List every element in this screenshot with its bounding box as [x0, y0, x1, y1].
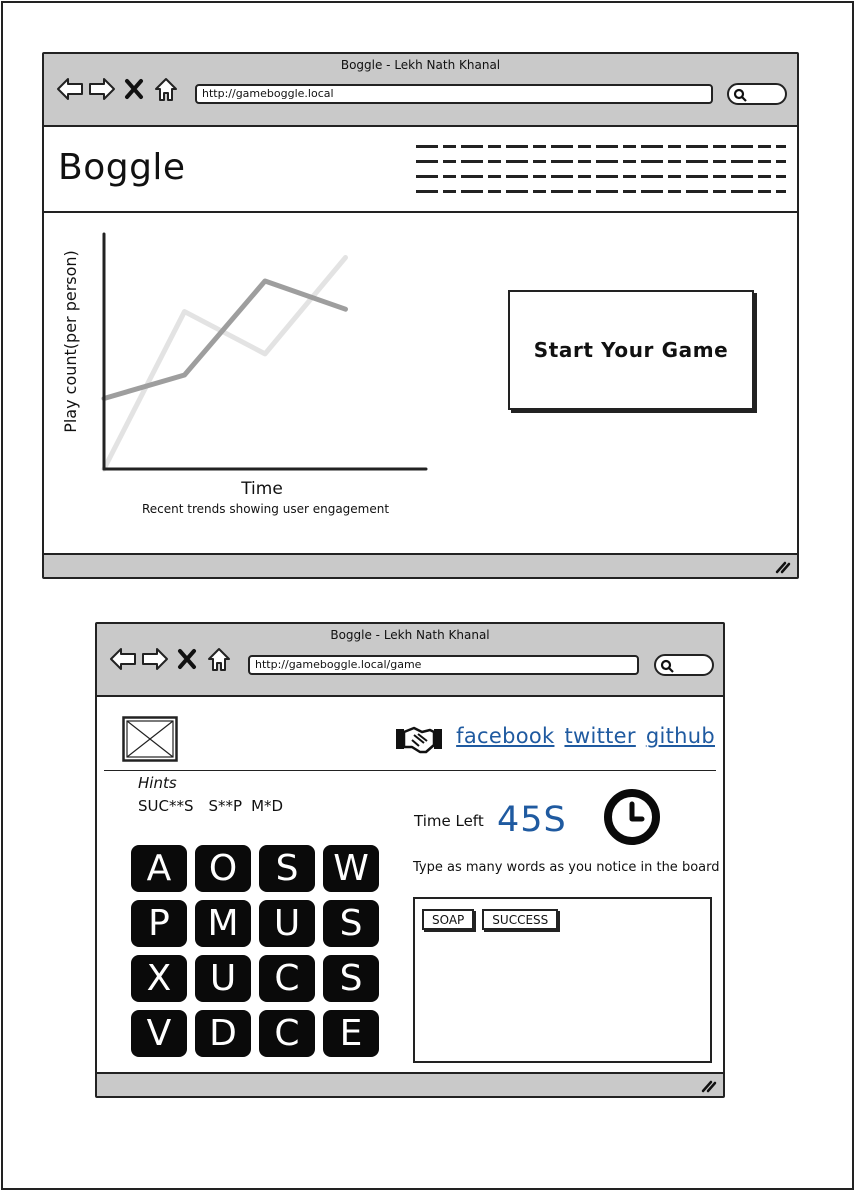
stop-icon[interactable]	[120, 76, 148, 102]
window-title: Boggle - Lekh Nath Khanal	[340, 58, 501, 72]
url-input[interactable]: http://gameboggle.local	[195, 84, 713, 104]
scribble-line	[416, 145, 786, 148]
back-icon[interactable]	[56, 76, 84, 102]
stop-icon[interactable]	[173, 646, 201, 672]
letter-tile[interactable]: P	[131, 900, 187, 947]
scribble-line	[416, 160, 786, 163]
letter-tile[interactable]: V	[131, 1010, 187, 1057]
instructions-text: Type as many words as you notice in the …	[413, 860, 720, 875]
forward-icon[interactable]	[88, 76, 116, 102]
browser-titlebar: Boggle - Lekh Nath Khanal http://gamebog…	[44, 54, 797, 127]
browser-titlebar: Boggle - Lekh Nath Khanal http://gamebog…	[97, 624, 723, 697]
letter-tile[interactable]: X	[131, 955, 187, 1002]
chart-svg: Time Play count(per person)	[61, 232, 428, 499]
game-window: Boggle - Lekh Nath Khanal http://gamebog…	[95, 622, 725, 1098]
resize-grip-icon[interactable]	[775, 560, 791, 574]
x-axis-label: Time	[240, 479, 283, 499]
social-links: facebook twitter github	[456, 724, 715, 748]
scribble-line	[416, 175, 786, 178]
hints-label: Hints	[138, 774, 177, 792]
intro-text-placeholder	[416, 135, 786, 205]
clock-icon	[604, 789, 660, 845]
hints-list: SUC**S S**P M*D	[138, 797, 283, 815]
github-link[interactable]: github	[646, 724, 715, 748]
letter-tile[interactable]: E	[323, 1010, 379, 1057]
letter-tile[interactable]: U	[195, 955, 251, 1002]
found-word-chip[interactable]: SOAP	[422, 909, 475, 930]
browser-search[interactable]	[654, 654, 714, 676]
time-left-value: 45S	[497, 800, 567, 840]
home-icon[interactable]	[205, 646, 233, 672]
status-bar	[44, 553, 797, 577]
series-line-1	[101, 278, 348, 401]
letter-tile[interactable]: C	[259, 955, 315, 1002]
home-window: Boggle - Lekh Nath Khanal http://gamebog…	[42, 52, 799, 579]
facebook-link[interactable]: facebook	[456, 724, 554, 748]
letter-tile[interactable]: O	[195, 845, 251, 892]
browser-nav	[56, 76, 180, 102]
page-title: Boggle	[58, 147, 186, 188]
letter-tile[interactable]: S	[323, 900, 379, 947]
handshake-icon	[396, 726, 442, 754]
y-axis-label: Play count(per person)	[61, 250, 80, 433]
scribble-line	[416, 190, 786, 193]
start-game-button[interactable]: Start Your Game	[508, 290, 754, 410]
url-input[interactable]: http://gameboggle.local/game	[248, 655, 639, 675]
logo-image-placeholder	[122, 716, 178, 762]
search-icon	[733, 88, 747, 102]
browser-search[interactable]	[727, 83, 787, 105]
found-words-list: SOAP SUCCESS	[422, 909, 559, 930]
back-icon[interactable]	[109, 646, 137, 672]
letter-tile[interactable]: D	[195, 1010, 251, 1057]
window-title: Boggle - Lekh Nath Khanal	[330, 628, 490, 642]
engagement-chart: Time Play count(per person)	[44, 214, 464, 524]
header-divider	[104, 770, 716, 771]
series-line-2	[101, 255, 348, 472]
site-header: Boggle	[44, 127, 797, 213]
found-word-chip[interactable]: SUCCESS	[482, 909, 559, 930]
twitter-link[interactable]: twitter	[564, 724, 635, 748]
home-icon[interactable]	[152, 76, 180, 102]
resize-grip-icon[interactable]	[701, 1079, 717, 1093]
hint-item: SUC**S	[138, 797, 194, 815]
found-words-panel[interactable]: SOAP SUCCESS	[413, 897, 712, 1063]
chart-caption: Recent trends showing user engagement	[142, 502, 390, 516]
browser-nav	[109, 646, 233, 672]
status-bar	[97, 1072, 723, 1096]
time-left-label: Time Left	[414, 812, 484, 830]
letter-tile[interactable]: C	[259, 1010, 315, 1057]
letter-tile[interactable]: A	[131, 845, 187, 892]
letter-tile[interactable]: S	[259, 845, 315, 892]
letter-tile[interactable]: U	[259, 900, 315, 947]
hint-item: M*D	[251, 797, 284, 815]
search-icon	[660, 659, 674, 673]
boggle-board: A O S W P M U S X U C S V D C E	[131, 845, 379, 1057]
letter-tile[interactable]: M	[195, 900, 251, 947]
forward-icon[interactable]	[141, 646, 169, 672]
letter-tile[interactable]: W	[323, 845, 379, 892]
letter-tile[interactable]: S	[323, 955, 379, 1002]
hint-item: S**P	[208, 797, 243, 815]
